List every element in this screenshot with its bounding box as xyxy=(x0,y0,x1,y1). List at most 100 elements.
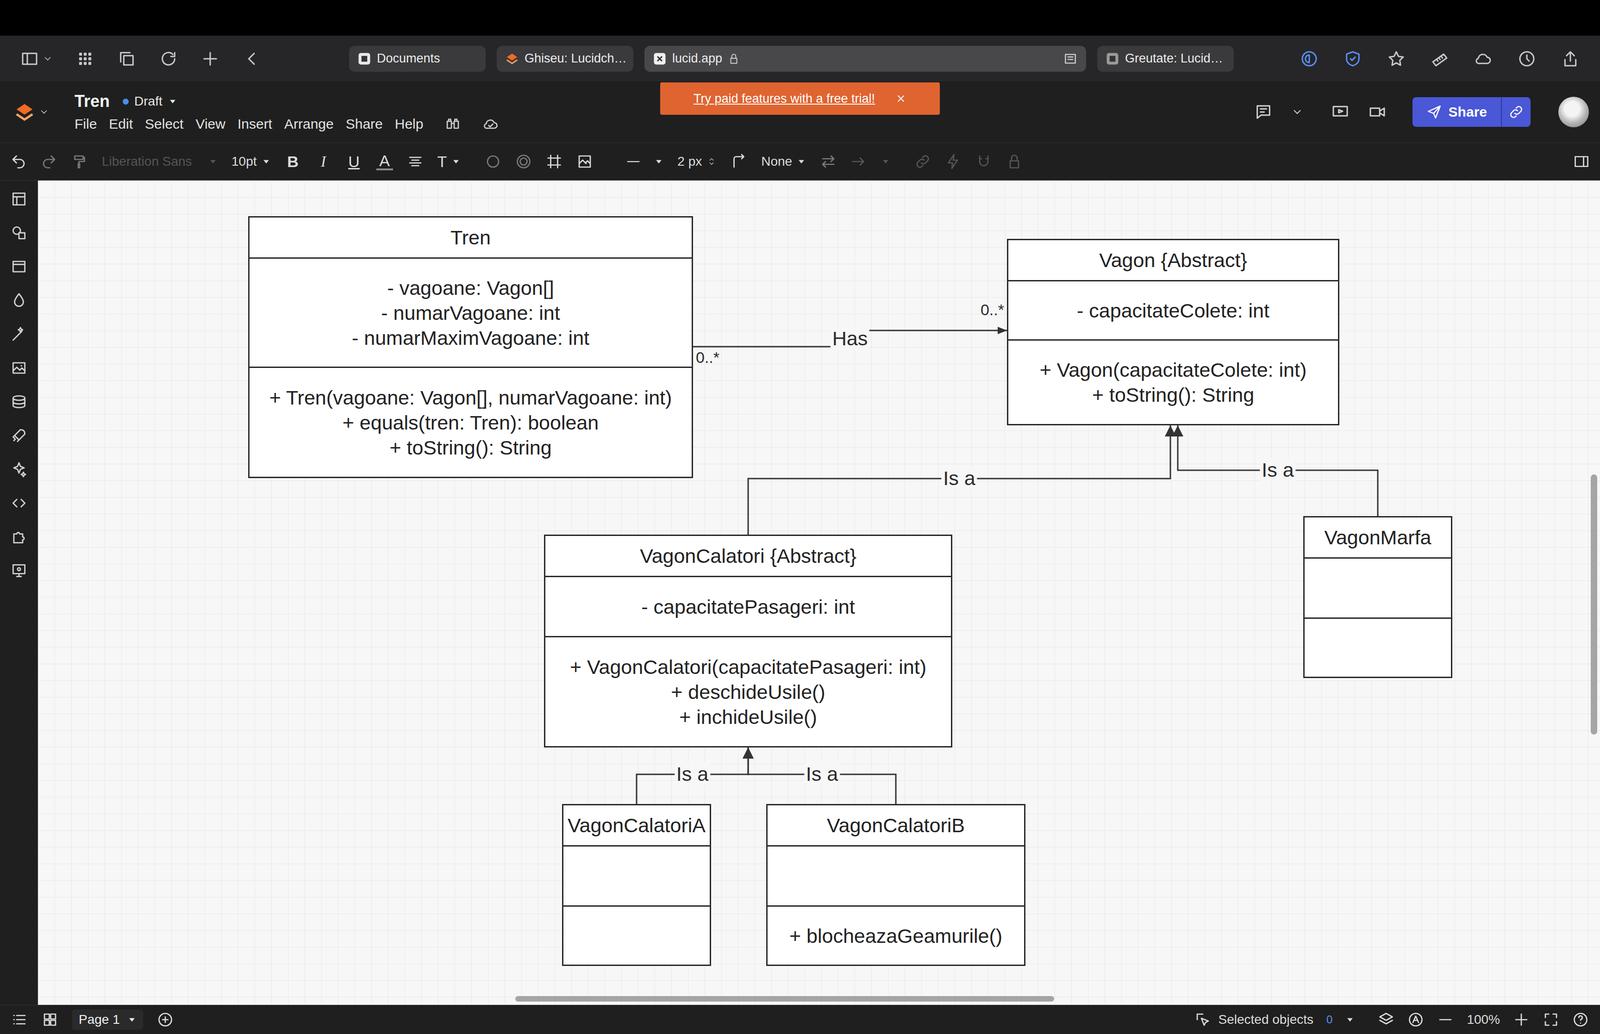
back-icon[interactable] xyxy=(242,49,262,69)
comment-icon[interactable] xyxy=(1254,102,1273,122)
arrow-end-icon[interactable] xyxy=(850,153,868,170)
selection-icon[interactable] xyxy=(1194,1011,1212,1029)
line-end-select[interactable]: None xyxy=(761,154,807,169)
ruler-icon[interactable] xyxy=(1430,49,1450,69)
browser-tab[interactable]: Greutate: Lucid… xyxy=(1097,45,1234,72)
reader-mode-icon[interactable] xyxy=(1062,51,1078,67)
data-icon[interactable] xyxy=(10,393,28,411)
layers-icon[interactable] xyxy=(1377,1011,1395,1029)
add-page-icon[interactable] xyxy=(156,1011,174,1029)
link-icon[interactable] xyxy=(914,153,932,170)
chevron-down-icon[interactable] xyxy=(42,53,53,64)
image-edit-icon[interactable] xyxy=(576,153,594,170)
page-list-icon[interactable] xyxy=(11,1011,28,1029)
integrations-icon[interactable] xyxy=(10,528,28,546)
browser-tab[interactable]: lucid.app xyxy=(644,45,1087,72)
image-icon[interactable] xyxy=(10,359,28,377)
side-panel-icon[interactable] xyxy=(1573,153,1590,170)
night-mode-icon[interactable] xyxy=(1300,49,1319,69)
document-status[interactable]: Draft xyxy=(134,93,163,109)
menu-item[interactable]: Edit xyxy=(108,116,133,132)
action-bolt-icon[interactable] xyxy=(944,153,962,170)
trial-banner[interactable]: Try paid features with a free trial! xyxy=(660,82,940,115)
help-icon[interactable] xyxy=(1572,1011,1589,1029)
magnet-icon[interactable] xyxy=(975,153,993,170)
apps-icon[interactable] xyxy=(75,49,95,69)
cloud-saved-icon[interactable] xyxy=(482,115,500,133)
presenter-icon[interactable] xyxy=(10,562,28,580)
font-size-select[interactable]: 10pt xyxy=(231,154,271,169)
line-style-select[interactable] xyxy=(617,154,664,169)
page-grid-icon[interactable] xyxy=(41,1011,59,1029)
browser-tab[interactable]: Ghiseu: Lucidch… xyxy=(496,45,634,72)
frame-icon[interactable] xyxy=(10,257,28,276)
menu-item[interactable]: Arrange xyxy=(284,116,334,132)
fit-screen-icon[interactable] xyxy=(1542,1011,1560,1029)
fill-icon[interactable] xyxy=(10,291,28,310)
relation-label[interactable]: Is a xyxy=(941,467,977,490)
generalization-line[interactable] xyxy=(636,747,749,805)
elbow-line-icon[interactable] xyxy=(730,153,748,170)
shapes-icon[interactable] xyxy=(10,224,28,242)
format-button[interactable]: A xyxy=(376,152,394,171)
document-title[interactable]: Tren xyxy=(74,91,110,112)
cloud-icon[interactable] xyxy=(1474,49,1493,69)
relation-label[interactable]: Is a xyxy=(1259,458,1296,482)
format-painter-icon[interactable] xyxy=(71,153,88,170)
share-button[interactable]: Share xyxy=(1412,97,1501,127)
shield-icon[interactable] xyxy=(1343,49,1363,69)
undo-icon[interactable] xyxy=(10,153,27,170)
menu-item[interactable]: Select xyxy=(144,116,184,132)
relation-label[interactable]: Is a xyxy=(804,762,840,786)
uml-class[interactable]: Vagon {Abstract}- capacitateColete: int+… xyxy=(1006,238,1340,426)
uml-class[interactable]: VagonMarfa xyxy=(1303,516,1453,679)
page-select[interactable]: Page 1 xyxy=(72,1009,144,1031)
zoom-in-icon[interactable] xyxy=(1512,1011,1530,1029)
accessibility-icon[interactable] xyxy=(1407,1011,1425,1029)
copy-link-button[interactable] xyxy=(1500,97,1531,127)
line-color-icon[interactable] xyxy=(515,153,532,170)
reload-icon[interactable] xyxy=(159,49,178,69)
lucid-logo-icon[interactable] xyxy=(13,101,36,123)
fill-color-icon[interactable] xyxy=(484,153,502,170)
present-icon[interactable] xyxy=(1331,102,1350,122)
menu-item[interactable]: Insert xyxy=(237,116,273,132)
relation-label[interactable]: Has xyxy=(830,327,870,350)
browser-tab[interactable]: Documents xyxy=(349,45,486,72)
rocket-icon[interactable] xyxy=(10,426,28,445)
uml-class[interactable]: VagonCalatoriB+ blocheazaGeamurile() xyxy=(766,804,1026,967)
ai-sparkle-icon[interactable] xyxy=(10,460,28,479)
menu-item[interactable]: File xyxy=(74,116,97,132)
generalization-line[interactable] xyxy=(1177,425,1378,517)
text-align-icon[interactable] xyxy=(406,153,424,170)
caret-down-icon[interactable] xyxy=(1345,1015,1355,1025)
relation-label[interactable]: Is a xyxy=(674,762,711,786)
canvas[interactable]: Tren- vagoane: Vagon[]- numarVagoane: in… xyxy=(37,180,1600,1006)
zoom-out-icon[interactable] xyxy=(1437,1011,1454,1029)
user-avatar[interactable] xyxy=(1558,96,1589,128)
video-icon[interactable] xyxy=(1368,102,1387,122)
history-icon[interactable] xyxy=(1517,49,1537,69)
vertical-scrollbar[interactable] xyxy=(1590,474,1598,735)
selection-label[interactable]: Selected objects xyxy=(1218,1012,1314,1028)
share-icon[interactable] xyxy=(1561,49,1580,69)
uml-class[interactable]: Tren- vagoane: Vagon[]- numarVagoane: in… xyxy=(248,216,694,479)
code-icon[interactable] xyxy=(10,494,28,513)
format-button[interactable]: U xyxy=(345,152,363,171)
close-icon[interactable] xyxy=(895,93,907,105)
zoom-level[interactable]: 100% xyxy=(1466,1012,1500,1028)
menu-item[interactable]: Share xyxy=(345,116,383,132)
sidebar-icon[interactable] xyxy=(20,49,39,69)
redo-icon[interactable] xyxy=(40,153,58,170)
uml-class[interactable]: VagonCalatori {Abstract}- capacitatePasa… xyxy=(543,534,953,748)
line-width-field[interactable]: 2 px xyxy=(677,154,717,169)
chevron-down-icon[interactable] xyxy=(1291,106,1304,119)
caret-down-icon[interactable] xyxy=(168,96,178,107)
magic-wand-icon[interactable] xyxy=(10,325,28,344)
text-options-select[interactable]: T xyxy=(437,152,462,171)
chevron-down-icon[interactable] xyxy=(38,106,50,118)
horizontal-scrollbar[interactable] xyxy=(515,996,1055,1002)
generalization-line[interactable] xyxy=(748,425,1171,535)
table-icon[interactable] xyxy=(545,153,563,170)
find-icon[interactable] xyxy=(444,115,462,133)
